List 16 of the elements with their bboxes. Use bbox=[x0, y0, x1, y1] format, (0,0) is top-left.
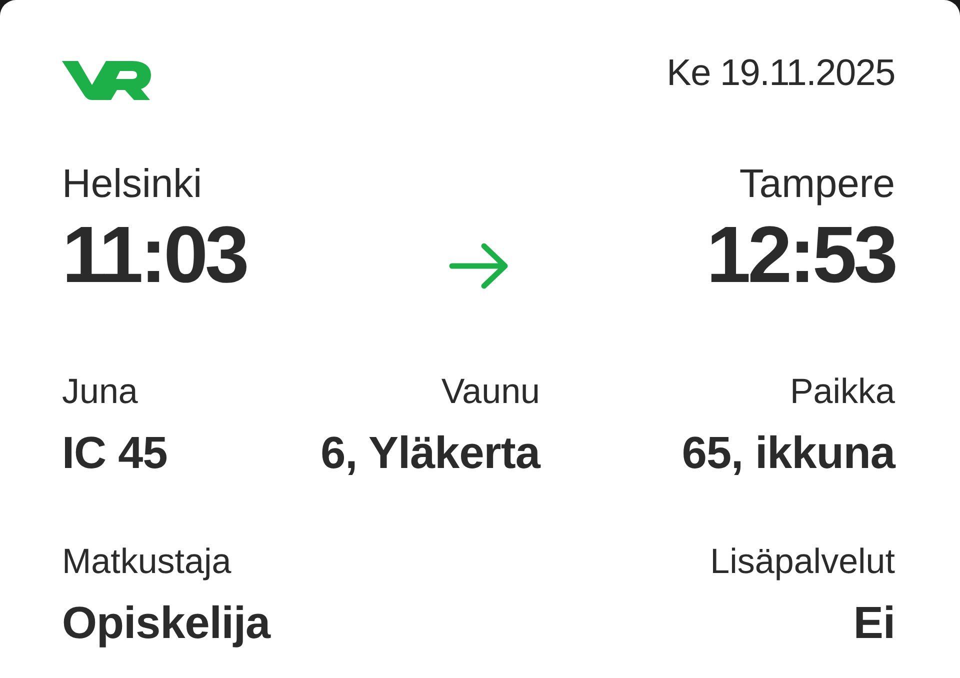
field-label: Paikka bbox=[790, 374, 895, 409]
departure-station: Helsinki bbox=[62, 164, 202, 204]
departure-time: 11:03 bbox=[62, 215, 246, 295]
field-label: Vaunu bbox=[441, 374, 540, 409]
arrival-station: Tampere bbox=[739, 164, 895, 204]
arrow-right-icon bbox=[449, 243, 510, 289]
field-value: IC 45 bbox=[62, 430, 168, 475]
arrival-time: 12:53 bbox=[706, 215, 895, 295]
field-value: 65, ikkuna bbox=[682, 430, 895, 475]
travel-date: Ke 19.11.2025 bbox=[666, 54, 895, 91]
field-value: Opiskelija bbox=[62, 600, 270, 645]
field-label: Lisäpalvelut bbox=[710, 544, 895, 579]
field-value: Ei bbox=[853, 600, 895, 645]
field-value: 6, Yläkerta bbox=[320, 430, 540, 475]
field-label: Matkustaja bbox=[62, 544, 232, 579]
field-label: Juna bbox=[62, 374, 138, 409]
